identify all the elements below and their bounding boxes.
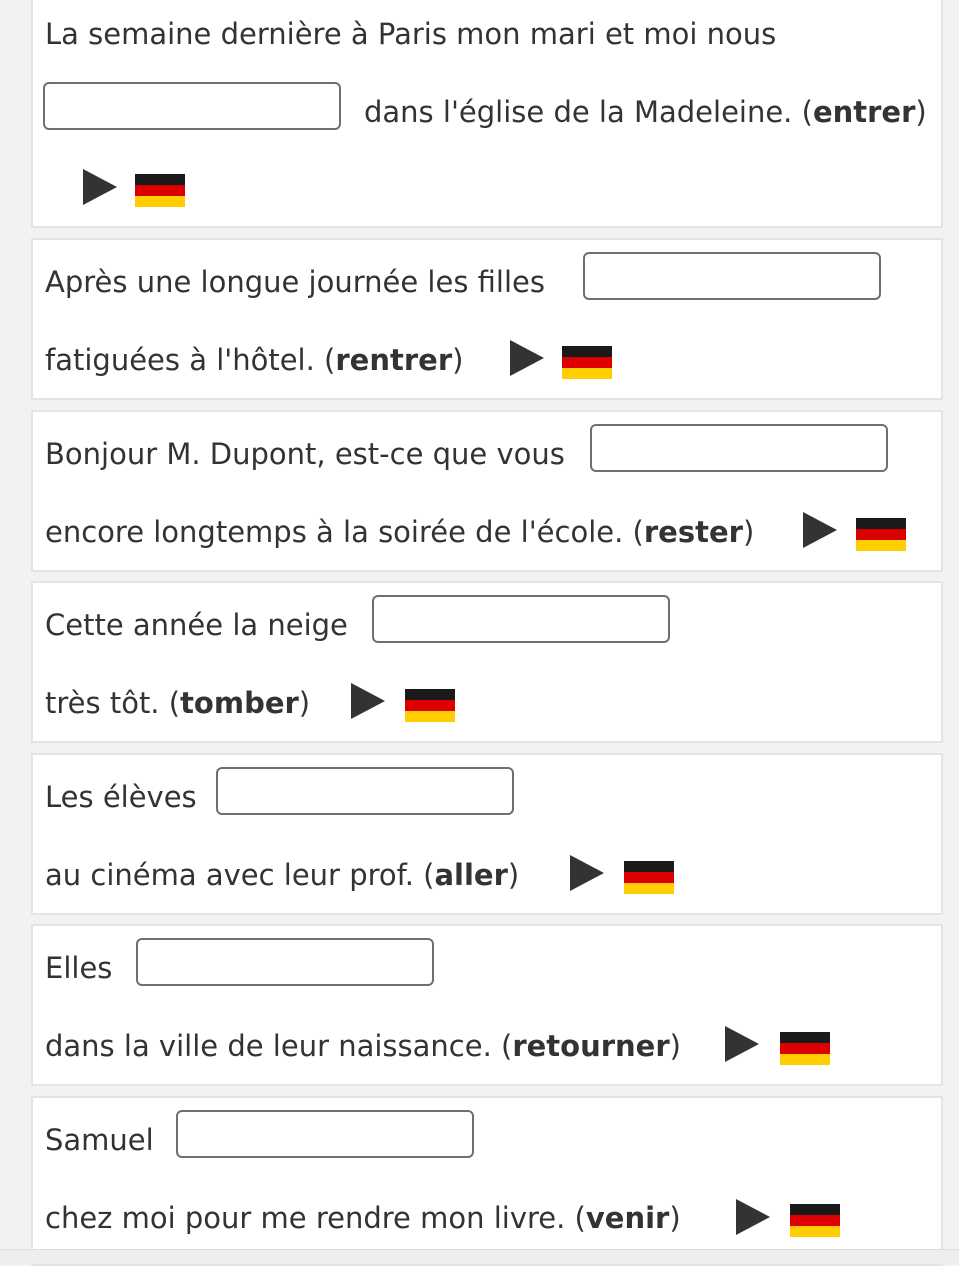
german-flag-icon[interactable]	[135, 172, 185, 207]
sentence-end: très tôt. (tomber)	[45, 686, 311, 720]
play-icon[interactable]	[351, 683, 385, 719]
play-icon[interactable]	[570, 855, 604, 891]
sentence-end: encore longtemps à la soirée de l'école.…	[45, 515, 755, 549]
verb-hint: aller	[434, 858, 508, 892]
sentence-start: Samuel	[45, 1123, 154, 1157]
exercise-card-6: Elles dans la ville de leur naissance. (…	[31, 924, 943, 1086]
german-flag-icon[interactable]	[856, 516, 906, 551]
play-icon[interactable]	[510, 340, 544, 376]
verb-hint: entrer	[812, 95, 916, 129]
sentence-end: chez moi pour me rendre mon livre. (veni…	[45, 1201, 681, 1235]
verb-hint: venir	[585, 1201, 670, 1235]
exercise-card-4: Cette année la neige très tôt. (tomber)	[31, 581, 943, 743]
answer-input[interactable]	[583, 252, 881, 300]
answer-input[interactable]	[136, 938, 434, 986]
answer-input[interactable]	[216, 767, 514, 815]
play-icon[interactable]	[725, 1026, 759, 1062]
play-icon[interactable]	[83, 169, 117, 205]
exercise-card-3: Bonjour M. Dupont, est-ce que vous encor…	[31, 410, 943, 572]
german-flag-icon[interactable]	[624, 859, 674, 894]
german-flag-icon[interactable]	[780, 1030, 830, 1065]
sentence-start: Elles	[45, 951, 113, 985]
play-icon[interactable]	[736, 1199, 770, 1235]
verb-hint: tomber	[180, 686, 299, 720]
sentence-start: Cette année la neige	[45, 608, 348, 642]
german-flag-icon[interactable]	[405, 687, 455, 722]
sentence-end: dans l'église de la Madeleine. (entrer)	[364, 95, 927, 129]
bottom-bar	[0, 1249, 959, 1264]
answer-input[interactable]	[590, 424, 888, 472]
answer-input[interactable]	[43, 82, 341, 130]
verb-hint: retourner	[512, 1029, 670, 1063]
verb-hint: rester	[643, 515, 743, 549]
exercise-card-2: Après une longue journée les filles fati…	[31, 238, 943, 400]
exercise-card-5: Les élèves au cinéma avec leur prof. (al…	[31, 753, 943, 915]
sentence-end: fatiguées à l'hôtel. (rentrer)	[45, 343, 464, 377]
verb-hint: rentrer	[335, 343, 453, 377]
german-flag-icon[interactable]	[790, 1202, 840, 1237]
exercise-card-1: La semaine dernière à Paris mon mari et …	[31, 0, 943, 228]
sentence-start: Bonjour M. Dupont, est-ce que vous	[45, 437, 565, 471]
sentence-start: La semaine dernière à Paris mon mari et …	[45, 17, 777, 51]
answer-input[interactable]	[176, 1110, 474, 1158]
sentence-start: Les élèves	[45, 780, 197, 814]
exercise-card-7: Samuel chez moi pour me rendre mon livre…	[31, 1096, 943, 1266]
german-flag-icon[interactable]	[562, 344, 612, 379]
sentence-end: au cinéma avec leur prof. (aller)	[45, 858, 520, 892]
sentence-start: Après une longue journée les filles	[45, 265, 545, 299]
sentence-end: dans la ville de leur naissance. (retour…	[45, 1029, 681, 1063]
play-icon[interactable]	[803, 512, 837, 548]
answer-input[interactable]	[372, 595, 670, 643]
